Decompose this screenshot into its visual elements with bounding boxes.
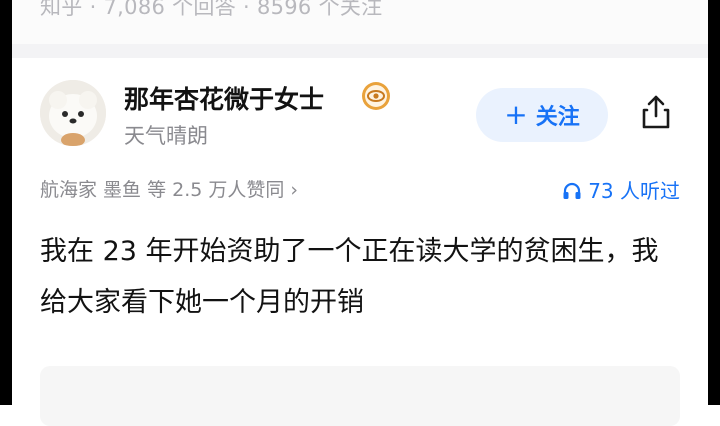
content-card — [40, 366, 680, 426]
follow-button-label: 关注 — [535, 105, 580, 130]
white-puppy-avatar-icon — [40, 80, 106, 146]
answer-content[interactable]: 我在 23 年开始资助了一个正在读大学的贫困生，我给大家看下她一个月的开销 — [40, 226, 680, 328]
question-meta-text: 知乎 · 7,086 个回答 · 8596 个关注 — [40, 0, 383, 19]
author-bio: 天气晴朗 — [124, 124, 208, 148]
question-meta-bar: 知乎 · 7,086 个回答 · 8596 个关注 — [12, 0, 708, 44]
plus-icon: + — [504, 98, 528, 131]
avatar[interactable] — [40, 80, 106, 146]
follow-button[interactable]: + 关注 — [476, 88, 608, 142]
eye-badge-icon — [362, 82, 390, 110]
section-divider — [12, 44, 708, 58]
headphones-icon — [563, 182, 581, 199]
right-edge-band — [708, 0, 720, 405]
listen-count-text: 73 人听过 — [588, 179, 680, 203]
likes-summary[interactable]: 航海家 墨鱼 等 2.5 万人赞同 › — [40, 175, 298, 202]
left-edge-band — [0, 0, 12, 405]
share-icon[interactable] — [636, 92, 676, 132]
listen-count[interactable]: 73 人听过 — [538, 175, 680, 204]
author-name[interactable]: 那年杏花微于女士 — [124, 80, 324, 116]
